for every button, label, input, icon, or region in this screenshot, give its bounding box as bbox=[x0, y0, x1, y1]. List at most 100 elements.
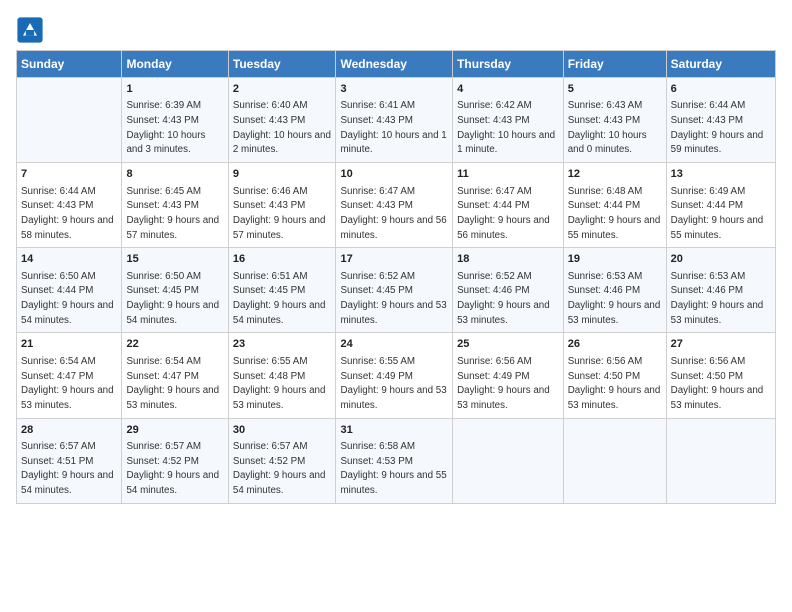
day-number: 17 bbox=[340, 252, 448, 267]
header-row: SundayMondayTuesdayWednesdayThursdayFrid… bbox=[17, 51, 776, 78]
calendar-cell: 11Sunrise: 6:47 AMSunset: 4:44 PMDayligh… bbox=[453, 163, 564, 248]
day-number: 7 bbox=[21, 167, 117, 182]
calendar-cell: 23 Sunrise: 6:55 AMSunset: 4:48 PMDayligh… bbox=[228, 333, 336, 418]
col-header-monday: Monday bbox=[122, 51, 228, 78]
day-number: 27 bbox=[671, 337, 771, 352]
cell-info: Sunrise: 6:48 AMSunset: 4:44 PMDaylight:… bbox=[568, 185, 662, 244]
day-number: 6 bbox=[671, 82, 771, 97]
cell-info: Sunrise: 6:55 AMSunset: 4:48 PMDaylight:… bbox=[233, 355, 332, 414]
cell-info: Sunrise: 6:51 AMSunset: 4:45 PMDaylight:… bbox=[233, 270, 332, 329]
day-number: 16 bbox=[233, 252, 332, 267]
logo bbox=[16, 16, 48, 44]
page-header bbox=[16, 16, 776, 44]
cell-info: Sunrise: 6:44 AMSunset: 4:43 PMDaylight:… bbox=[671, 99, 771, 158]
cell-info: Sunrise: 6:47 AMSunset: 4:43 PMDaylight:… bbox=[340, 185, 448, 244]
cell-info: Sunrise: 6:57 AMSunset: 4:52 PMDaylight:… bbox=[126, 440, 223, 499]
week-row-4: 21 Sunrise: 6:54 AMSunset: 4:47 PMDayligh… bbox=[17, 333, 776, 418]
cell-info: Sunrise: 6:50 AMSunset: 4:44 PMDaylight:… bbox=[21, 270, 117, 329]
cell-info: Sunrise: 6:47 AMSunset: 4:44 PMDaylight:… bbox=[457, 185, 559, 244]
col-header-sunday: Sunday bbox=[17, 51, 122, 78]
day-number: 15 bbox=[126, 252, 223, 267]
cell-info: Sunrise: 6:58 AMSunset: 4:53 PMDaylight:… bbox=[340, 440, 448, 499]
cell-info: Sunrise: 6:55 AMSunset: 4:49 PMDaylight:… bbox=[340, 355, 448, 414]
day-number: 21 bbox=[21, 337, 117, 352]
calendar-cell: 3 Sunrise: 6:41 AMSunset: 4:43 PMDaylight… bbox=[336, 78, 453, 163]
cell-info: Sunrise: 6:54 AMSunset: 4:47 PMDaylight:… bbox=[21, 355, 117, 414]
day-number: 30 bbox=[233, 423, 332, 438]
cell-info: Sunrise: 6:41 AMSunset: 4:43 PMDaylight:… bbox=[340, 99, 448, 158]
cell-info: Sunrise: 6:52 AMSunset: 4:46 PMDaylight:… bbox=[457, 270, 559, 329]
day-number: 13 bbox=[671, 167, 771, 182]
day-number: 28 bbox=[21, 423, 117, 438]
calendar-cell: 18 Sunrise: 6:52 AMSunset: 4:46 PMDayligh… bbox=[453, 248, 564, 333]
calendar-cell: 19Sunrise: 6:53 AMSunset: 4:46 PMDayligh… bbox=[563, 248, 666, 333]
calendar-cell: 14Sunrise: 6:50 AMSunset: 4:44 PMDayligh… bbox=[17, 248, 122, 333]
calendar-cell: 31 Sunrise: 6:58 AMSunset: 4:53 PMDayligh… bbox=[336, 418, 453, 503]
cell-info: Sunrise: 6:46 AMSunset: 4:43 PMDaylight:… bbox=[233, 185, 332, 244]
day-number: 24 bbox=[340, 337, 448, 352]
cell-info: Sunrise: 6:57 AMSunset: 4:51 PMDaylight:… bbox=[21, 440, 117, 499]
calendar-cell bbox=[17, 78, 122, 163]
calendar-cell: 27 Sunrise: 6:56 AMSunset: 4:50 PMDayligh… bbox=[666, 333, 775, 418]
calendar-cell: 24 Sunrise: 6:55 AMSunset: 4:49 PMDayligh… bbox=[336, 333, 453, 418]
calendar-cell: 21 Sunrise: 6:54 AMSunset: 4:47 PMDayligh… bbox=[17, 333, 122, 418]
calendar-cell: 12 Sunrise: 6:48 AMSunset: 4:44 PMDayligh… bbox=[563, 163, 666, 248]
calendar-cell: 8 Sunrise: 6:45 AMSunset: 4:43 PMDaylight… bbox=[122, 163, 228, 248]
calendar-cell: 9Sunrise: 6:46 AMSunset: 4:43 PMDaylight… bbox=[228, 163, 336, 248]
calendar-cell: 20Sunrise: 6:53 AMSunset: 4:46 PMDayligh… bbox=[666, 248, 775, 333]
day-number: 23 bbox=[233, 337, 332, 352]
cell-info: Sunrise: 6:42 AMSunset: 4:43 PMDaylight:… bbox=[457, 99, 559, 158]
calendar-cell: 29 Sunrise: 6:57 AMSunset: 4:52 PMDayligh… bbox=[122, 418, 228, 503]
calendar-cell: 5 Sunrise: 6:43 AMSunset: 4:43 PMDaylight… bbox=[563, 78, 666, 163]
calendar-cell: 30 Sunrise: 6:57 AMSunset: 4:52 PMDayligh… bbox=[228, 418, 336, 503]
cell-info: Sunrise: 6:45 AMSunset: 4:43 PMDaylight:… bbox=[126, 185, 223, 244]
cell-info: Sunrise: 6:56 AMSunset: 4:49 PMDaylight:… bbox=[457, 355, 559, 414]
week-row-2: 7 Sunrise: 6:44 AMSunset: 4:43 PMDaylight… bbox=[17, 163, 776, 248]
cell-info: Sunrise: 6:52 AMSunset: 4:45 PMDaylight:… bbox=[340, 270, 448, 329]
day-number: 12 bbox=[568, 167, 662, 182]
calendar-cell bbox=[666, 418, 775, 503]
calendar-cell: 2 Sunrise: 6:40 AMSunset: 4:43 PMDaylight… bbox=[228, 78, 336, 163]
cell-info: Sunrise: 6:44 AMSunset: 4:43 PMDaylight:… bbox=[21, 185, 117, 244]
calendar-cell: 10 Sunrise: 6:47 AMSunset: 4:43 PMDayligh… bbox=[336, 163, 453, 248]
day-number: 26 bbox=[568, 337, 662, 352]
day-number: 2 bbox=[233, 82, 332, 97]
day-number: 10 bbox=[340, 167, 448, 182]
cell-info: Sunrise: 6:53 AMSunset: 4:46 PMDaylight:… bbox=[568, 270, 662, 329]
cell-info: Sunrise: 6:40 AMSunset: 4:43 PMDaylight:… bbox=[233, 99, 332, 158]
logo-icon bbox=[16, 16, 44, 44]
cell-info: Sunrise: 6:39 AMSunset: 4:43 PMDaylight:… bbox=[126, 99, 223, 158]
day-number: 25 bbox=[457, 337, 559, 352]
day-number: 3 bbox=[340, 82, 448, 97]
cell-info: Sunrise: 6:43 AMSunset: 4:43 PMDaylight:… bbox=[568, 99, 662, 158]
calendar-cell: 26Sunrise: 6:56 AMSunset: 4:50 PMDayligh… bbox=[563, 333, 666, 418]
calendar-cell: 7 Sunrise: 6:44 AMSunset: 4:43 PMDaylight… bbox=[17, 163, 122, 248]
cell-info: Sunrise: 6:53 AMSunset: 4:46 PMDaylight:… bbox=[671, 270, 771, 329]
calendar-cell: 6 Sunrise: 6:44 AMSunset: 4:43 PMDaylight… bbox=[666, 78, 775, 163]
calendar-cell bbox=[453, 418, 564, 503]
calendar-cell: 22Sunrise: 6:54 AMSunset: 4:47 PMDayligh… bbox=[122, 333, 228, 418]
cell-info: Sunrise: 6:54 AMSunset: 4:47 PMDaylight:… bbox=[126, 355, 223, 414]
calendar-cell: 13Sunrise: 6:49 AMSunset: 4:44 PMDayligh… bbox=[666, 163, 775, 248]
calendar-cell: 1Sunrise: 6:39 AMSunset: 4:43 PMDaylight… bbox=[122, 78, 228, 163]
calendar-cell bbox=[563, 418, 666, 503]
day-number: 4 bbox=[457, 82, 559, 97]
day-number: 31 bbox=[340, 423, 448, 438]
cell-info: Sunrise: 6:56 AMSunset: 4:50 PMDaylight:… bbox=[671, 355, 771, 414]
day-number: 18 bbox=[457, 252, 559, 267]
week-row-1: 1Sunrise: 6:39 AMSunset: 4:43 PMDaylight… bbox=[17, 78, 776, 163]
calendar-cell: 15Sunrise: 6:50 AMSunset: 4:45 PMDayligh… bbox=[122, 248, 228, 333]
cell-info: Sunrise: 6:57 AMSunset: 4:52 PMDaylight:… bbox=[233, 440, 332, 499]
day-number: 29 bbox=[126, 423, 223, 438]
week-row-5: 28 Sunrise: 6:57 AMSunset: 4:51 PMDayligh… bbox=[17, 418, 776, 503]
day-number: 5 bbox=[568, 82, 662, 97]
col-header-thursday: Thursday bbox=[453, 51, 564, 78]
calendar-cell: 17 Sunrise: 6:52 AMSunset: 4:45 PMDayligh… bbox=[336, 248, 453, 333]
calendar-cell: 16 Sunrise: 6:51 AMSunset: 4:45 PMDayligh… bbox=[228, 248, 336, 333]
col-header-wednesday: Wednesday bbox=[336, 51, 453, 78]
calendar-cell: 4 Sunrise: 6:42 AMSunset: 4:43 PMDaylight… bbox=[453, 78, 564, 163]
calendar-table: SundayMondayTuesdayWednesdayThursdayFrid… bbox=[16, 50, 776, 504]
week-row-3: 14Sunrise: 6:50 AMSunset: 4:44 PMDayligh… bbox=[17, 248, 776, 333]
calendar-cell: 28 Sunrise: 6:57 AMSunset: 4:51 PMDayligh… bbox=[17, 418, 122, 503]
day-number: 8 bbox=[126, 167, 223, 182]
